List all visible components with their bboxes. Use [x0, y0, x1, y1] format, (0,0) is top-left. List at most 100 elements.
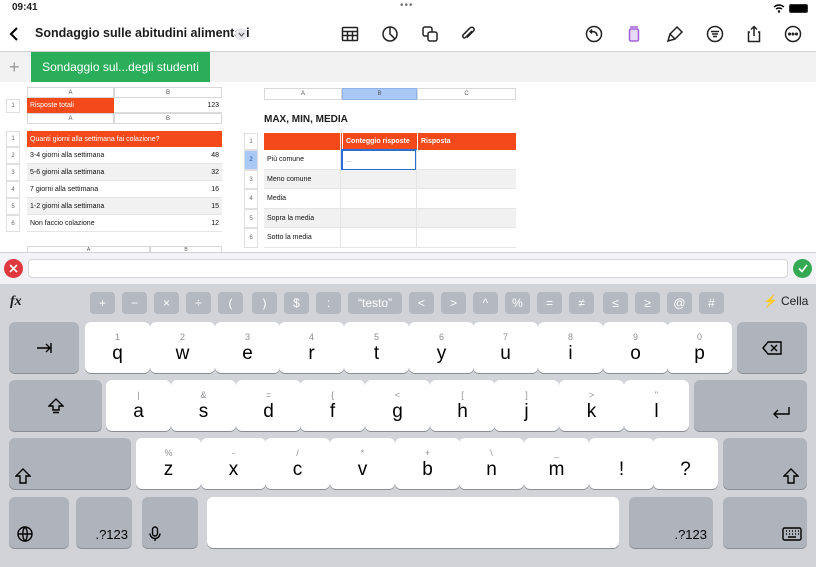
undo-icon[interactable]: [584, 24, 604, 44]
operator-key[interactable]: #: [699, 292, 724, 314]
hide-keyboard-key[interactable]: [723, 497, 807, 548]
space-bar[interactable]: [207, 497, 619, 548]
key-r[interactable]: 4r: [279, 322, 344, 373]
table-cell[interactable]: 5-6 giorni alla settimana: [27, 164, 114, 181]
row-header[interactable]: 1: [6, 131, 20, 147]
key-i[interactable]: 8i: [538, 322, 603, 373]
key-a[interactable]: | a: [106, 380, 171, 431]
operator-key[interactable]: $: [284, 292, 309, 314]
return-key[interactable]: [694, 380, 807, 431]
format-cell-icon[interactable]: [624, 24, 644, 44]
table-cell[interactable]: 48: [114, 147, 222, 164]
title-dropdown-chevron-icon[interactable]: [235, 28, 247, 40]
cancel-formula-icon[interactable]: [4, 259, 23, 278]
key-q[interactable]: 1q: [85, 322, 150, 373]
cell-key[interactable]: ⚡ Cella: [763, 294, 808, 308]
operator-key[interactable]: ): [252, 292, 277, 314]
multitask-dots-icon[interactable]: •••: [400, 0, 414, 11]
column-header-b[interactable]: B: [114, 113, 222, 124]
key-f[interactable]: {f: [300, 380, 365, 431]
document-title[interactable]: Sondaggio sulle abitudini alimentari: [35, 26, 250, 40]
key-k[interactable]: > k: [559, 380, 624, 431]
totals-label-cell[interactable]: Risposte totali: [27, 98, 114, 113]
operator-key[interactable]: @: [667, 292, 692, 314]
row-header-selected[interactable]: 2: [244, 150, 258, 170]
key-t[interactable]: 5t: [344, 322, 409, 373]
row-header[interactable]: 1: [6, 99, 20, 113]
row-header[interactable]: 3: [6, 164, 20, 181]
table-cell[interactable]: 1-2 giorni alla settimana: [27, 198, 114, 215]
key-u[interactable]: 7u: [473, 322, 538, 373]
function-key[interactable]: fx: [10, 294, 22, 310]
table-cell[interactable]: 7 giorni alla settimana: [27, 181, 114, 198]
key-w[interactable]: 2w: [150, 322, 215, 373]
key-v[interactable]: * v: [330, 438, 395, 489]
operator-key[interactable]: ×: [154, 292, 179, 314]
table-cell[interactable]: 15: [114, 198, 222, 215]
table-cell[interactable]: 32: [114, 164, 222, 181]
operator-key[interactable]: ≤: [603, 292, 628, 314]
key-p[interactable]: 0p: [667, 322, 732, 373]
globe-key[interactable]: [9, 497, 69, 548]
key-o[interactable]: 9o: [603, 322, 668, 373]
back-chevron-icon[interactable]: [8, 26, 20, 42]
column-header-b-selected[interactable]: B: [342, 88, 417, 100]
selected-cell[interactable]: ...: [341, 149, 417, 171]
column-header-c[interactable]: C: [417, 88, 516, 100]
shapes-icon[interactable]: [420, 24, 440, 44]
key-b[interactable]: + b: [395, 438, 460, 489]
operator-key[interactable]: (: [218, 292, 243, 314]
operator-key[interactable]: <: [409, 292, 434, 314]
key-g[interactable]: < g: [365, 380, 430, 431]
table-cell[interactable]: Meno comune: [264, 170, 516, 189]
stats-header-cell[interactable]: Conteggio risposte: [342, 133, 417, 150]
table-cell[interactable]: 12: [114, 215, 222, 232]
table-cell[interactable]: 3-4 giorni alla settimana: [27, 147, 114, 164]
table-cell[interactable]: Più comune: [264, 150, 342, 170]
totals-value-cell[interactable]: 123: [114, 98, 222, 113]
menu-icon[interactable]: [705, 24, 725, 44]
key-n[interactable]: \ n: [459, 438, 524, 489]
paperclip-icon[interactable]: [458, 24, 478, 44]
shift-key-left[interactable]: [9, 438, 131, 489]
table-cell[interactable]: [417, 150, 516, 170]
operator-key[interactable]: ^: [473, 292, 498, 314]
breakfast-header-cell[interactable]: Quanti giorni alla settimana fai colazio…: [27, 131, 222, 147]
paintbrush-icon[interactable]: [665, 24, 685, 44]
numbers-key-left[interactable]: .?123: [76, 497, 132, 548]
row-header[interactable]: 2: [6, 147, 20, 164]
operator-key[interactable]: %: [505, 292, 530, 314]
operator-key[interactable]: ≥: [635, 292, 660, 314]
stats-header-cell[interactable]: Risposta: [417, 133, 516, 150]
row-header[interactable]: 3: [244, 170, 258, 189]
more-icon[interactable]: [783, 24, 803, 44]
key-z[interactable]: % z: [136, 438, 201, 489]
key-l[interactable]: " l: [624, 380, 689, 431]
add-sheet-button[interactable]: +: [9, 57, 20, 78]
row-header[interactable]: 4: [244, 189, 258, 209]
stats-title[interactable]: MAX, MIN, MEDIA: [264, 114, 348, 125]
operator-key[interactable]: =: [537, 292, 562, 314]
row-header[interactable]: 6: [6, 215, 20, 232]
operator-key[interactable]: :: [316, 292, 341, 314]
caps-key[interactable]: [9, 380, 102, 431]
table-cell[interactable]: 16: [114, 181, 222, 198]
key-y[interactable]: 6y: [409, 322, 474, 373]
key-question[interactable]: ?: [653, 438, 718, 489]
key-x[interactable]: -x: [201, 438, 266, 489]
operator-key[interactable]: +: [90, 292, 115, 314]
delete-key[interactable]: [737, 322, 807, 373]
operator-key[interactable]: −: [122, 292, 147, 314]
column-header-a[interactable]: A: [27, 87, 114, 98]
key-c[interactable]: / c: [265, 438, 330, 489]
row-header[interactable]: 4: [6, 181, 20, 198]
table-cell[interactable]: Sopra la media: [264, 209, 516, 228]
operator-key[interactable]: >: [441, 292, 466, 314]
column-header-b[interactable]: B: [114, 87, 222, 98]
operator-key[interactable]: ÷: [186, 292, 211, 314]
key-e[interactable]: 3e: [215, 322, 280, 373]
stats-header-cell[interactable]: [264, 133, 342, 150]
share-icon[interactable]: [744, 24, 764, 44]
row-header[interactable]: 1: [244, 133, 258, 150]
numbers-key-right[interactable]: .?123: [629, 497, 713, 548]
